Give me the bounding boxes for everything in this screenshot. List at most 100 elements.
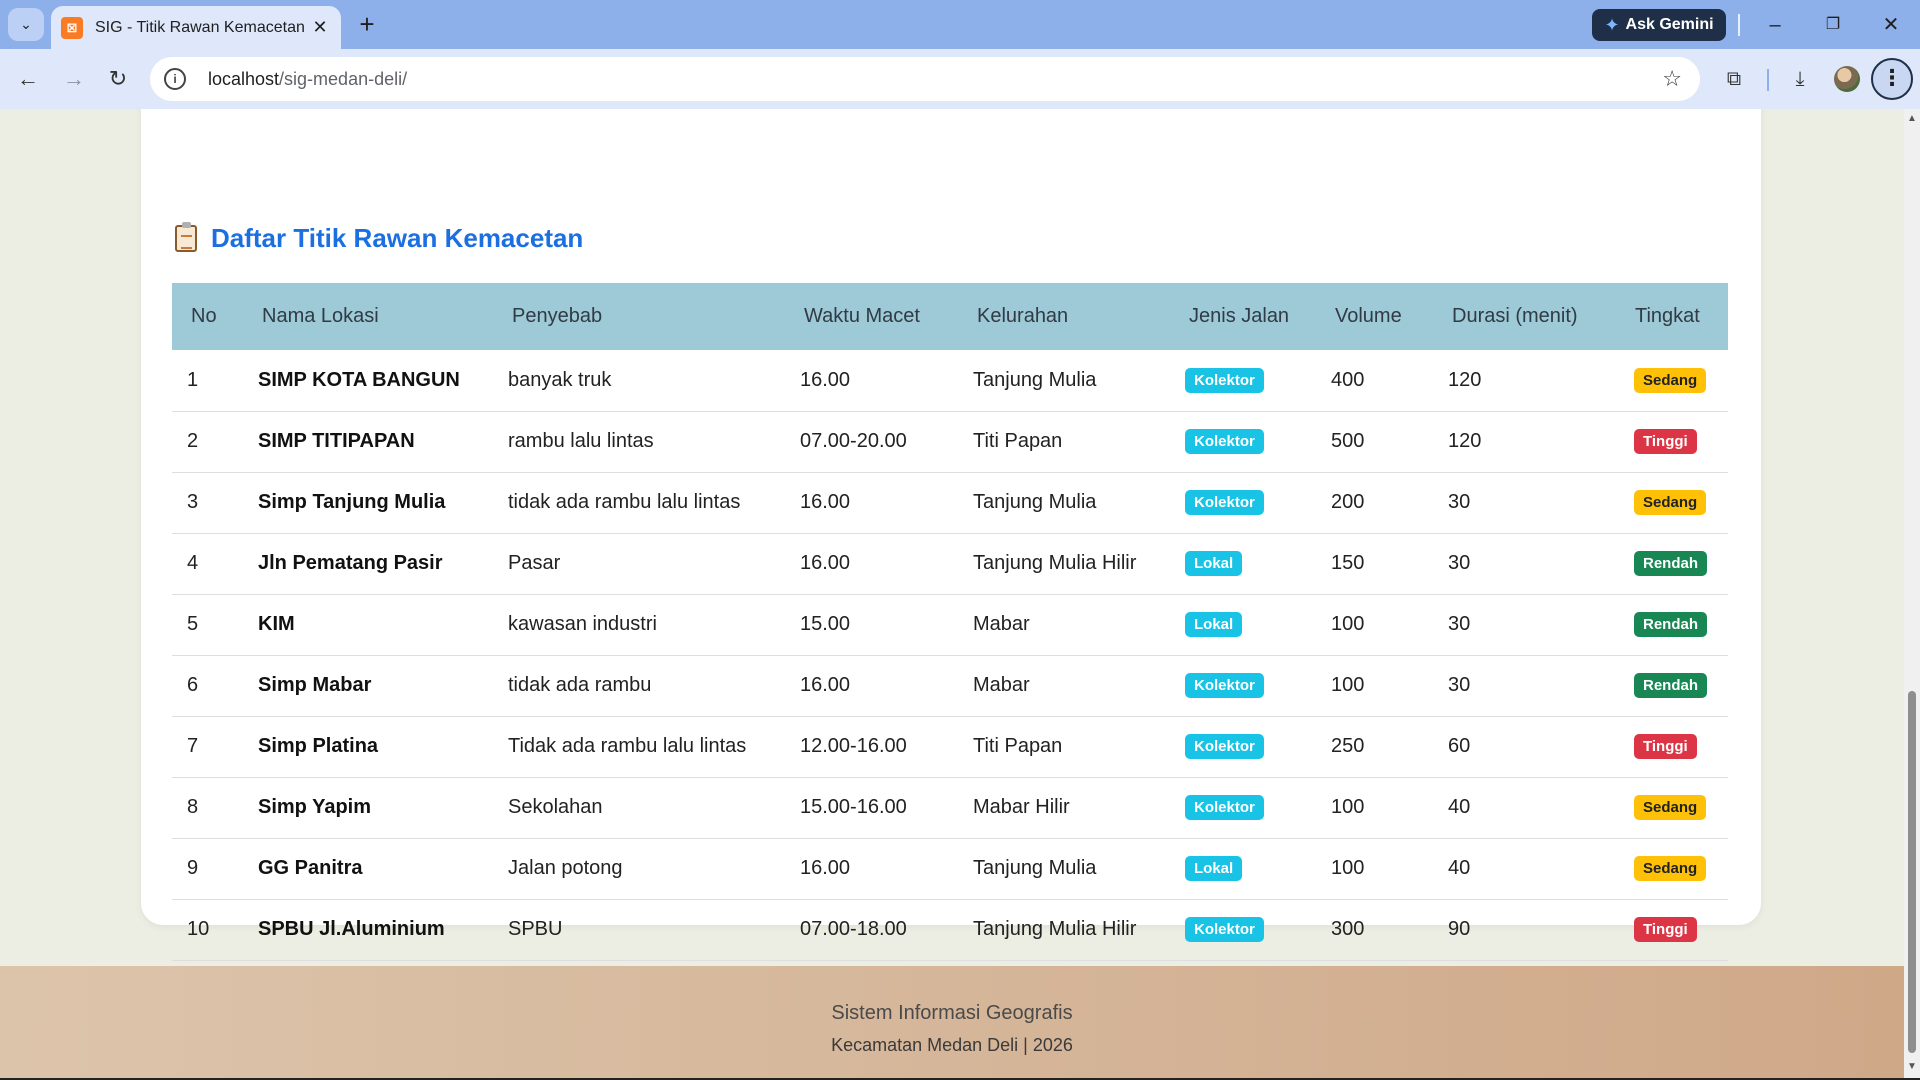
restore-window-button[interactable]: ❐: [1810, 8, 1856, 42]
cell-volume: 100: [1316, 838, 1433, 900]
scroll-up-arrow-icon[interactable]: ▲: [1907, 113, 1917, 124]
level-badge: Sedang: [1634, 490, 1707, 515]
address-bar[interactable]: i localhost/sig-medan-deli/ ☆: [150, 57, 1700, 101]
table-row: 5 KIM kawasan industri 15.00 Mabar Lokal…: [172, 594, 1728, 656]
cell-penyebab: Tidak ada rambu lalu lintas: [493, 716, 785, 778]
scrollbar-thumb[interactable]: [1908, 691, 1916, 1053]
cell-durasi: 40: [1433, 838, 1616, 900]
table-row: 1 SIMP KOTA BANGUN banyak truk 16.00 Tan…: [172, 350, 1728, 412]
road-type-badge: Kolektor: [1185, 795, 1264, 820]
site-info-icon[interactable]: i: [164, 68, 186, 90]
road-type-badge: Lokal: [1185, 612, 1243, 637]
tab-close-icon[interactable]: ✕: [309, 17, 331, 38]
cell-penyebab: Sekolahan: [493, 777, 785, 839]
page-scrollbar[interactable]: ▲ ▼: [1904, 109, 1920, 1078]
scroll-down-arrow-icon[interactable]: ▼: [1907, 1061, 1917, 1072]
road-type-badge: Kolektor: [1185, 367, 1264, 393]
col-header-durasi: Durasi (menit): [1433, 283, 1616, 350]
back-button[interactable]: ←: [10, 61, 46, 97]
level-badge: Sedang: [1634, 856, 1707, 881]
bookmark-star-icon[interactable]: ☆: [1662, 66, 1682, 92]
back-arrow-icon: ←: [17, 66, 39, 91]
cell-durasi: 120: [1433, 350, 1616, 412]
forward-arrow-icon: →: [63, 66, 85, 91]
cell-nama: SIMP TITIPAPAN: [243, 411, 493, 473]
cell-durasi: 30: [1433, 594, 1616, 656]
level-badge: Rendah: [1634, 612, 1708, 637]
cell-volume: 250: [1316, 716, 1433, 778]
url-text: localhost/sig-medan-deli/: [208, 69, 407, 90]
cell-nama: SIMP KOTA BANGUN: [243, 350, 493, 412]
cell-volume: 200: [1316, 472, 1433, 534]
tab-search-button[interactable]: ⌄: [8, 8, 44, 41]
level-badge: Sedang: [1634, 367, 1707, 393]
minimize-window-button[interactable]: –: [1752, 8, 1798, 42]
ask-gemini-button[interactable]: ✦ Ask Gemini: [1592, 9, 1726, 41]
browser-menu-button[interactable]: ⋮: [1871, 58, 1913, 100]
road-type-badge: Lokal: [1185, 856, 1243, 881]
cell-durasi: 30: [1433, 655, 1616, 717]
cell-tingkat: Rendah: [1616, 594, 1728, 656]
col-header-jenis: Jenis Jalan: [1170, 283, 1316, 350]
cell-tingkat: Rendah: [1616, 655, 1728, 717]
cell-no: 2: [172, 411, 243, 473]
cell-penyebab: SPBU: [493, 899, 785, 961]
forward-button[interactable]: →: [56, 61, 92, 97]
gemini-sparkle-icon: ✦: [1604, 14, 1620, 35]
cell-jenis: Lokal: [1170, 533, 1316, 595]
cell-volume: 100: [1316, 655, 1433, 717]
cell-no: 1: [172, 350, 243, 412]
new-tab-button[interactable]: +: [350, 8, 384, 42]
cell-durasi: 60: [1433, 716, 1616, 778]
extensions-icon[interactable]: ⧉: [1716, 61, 1752, 97]
cell-nama: GG Panitra: [243, 838, 493, 900]
cell-penyebab: Pasar: [493, 533, 785, 595]
cell-tingkat: Tinggi: [1616, 411, 1728, 473]
cell-penyebab: banyak truk: [493, 350, 785, 412]
cell-jenis: Kolektor: [1170, 716, 1316, 778]
cell-kelurahan: Tanjung Mulia Hilir: [958, 533, 1170, 595]
reload-icon: ↻: [108, 66, 128, 91]
cell-nama: Simp Tanjung Mulia: [243, 472, 493, 534]
cell-waktu: 15.00-16.00: [785, 777, 958, 839]
cell-no: 9: [172, 838, 243, 900]
table-row: 2 SIMP TITIPAPAN rambu lalu lintas 07.00…: [172, 411, 1728, 473]
cell-waktu: 15.00: [785, 594, 958, 656]
cell-volume: 100: [1316, 594, 1433, 656]
content-card: Daftar Titik Rawan Kemacetan No Nama Lok…: [141, 109, 1761, 961]
cell-waktu: 16.00: [785, 655, 958, 717]
cell-nama: Simp Yapim: [243, 777, 493, 839]
col-header-no: No: [172, 283, 243, 350]
downloads-icon[interactable]: ⤓: [1782, 61, 1818, 97]
url-path: /sig-medan-deli/: [279, 68, 408, 89]
browser-tab-active[interactable]: ⊠ SIG - Titik Rawan Kemacetan Ke ✕: [51, 6, 341, 49]
reload-button[interactable]: ↻: [100, 61, 136, 97]
cell-jenis: Kolektor: [1170, 411, 1316, 473]
cell-durasi: 30: [1433, 533, 1616, 595]
cell-no: 5: [172, 594, 243, 656]
cell-waktu: 16.00: [785, 472, 958, 534]
cell-waktu: 16.00: [785, 838, 958, 900]
close-window-button[interactable]: ✕: [1868, 8, 1914, 42]
cell-jenis: Kolektor: [1170, 899, 1316, 961]
cell-durasi: 30: [1433, 472, 1616, 534]
browser-toolbar: ← → ↻ i localhost/sig-medan-deli/ ☆ ⧉ ⤓: [0, 49, 1920, 109]
cell-kelurahan: Tanjung Mulia: [958, 838, 1170, 900]
cell-kelurahan: Tanjung Mulia: [958, 472, 1170, 534]
cell-nama: Simp Platina: [243, 716, 493, 778]
road-type-badge: Kolektor: [1185, 429, 1264, 454]
cell-jenis: Kolektor: [1170, 472, 1316, 534]
level-badge: Sedang: [1634, 795, 1707, 820]
road-type-badge: Kolektor: [1185, 673, 1264, 698]
cell-nama: Jln Pematang Pasir: [243, 533, 493, 595]
table-row: 8 Simp Yapim Sekolahan 15.00-16.00 Mabar…: [172, 777, 1728, 839]
profile-avatar[interactable]: [1834, 66, 1860, 92]
table-row: 7 Simp Platina Tidak ada rambu lalu lint…: [172, 716, 1728, 778]
cell-no: 6: [172, 655, 243, 717]
clipboard-icon: [175, 222, 197, 252]
cell-jenis: Kolektor: [1170, 350, 1316, 412]
col-header-penyebab: Penyebab: [493, 283, 785, 350]
cell-kelurahan: Tanjung Mulia: [958, 350, 1170, 412]
cell-volume: 150: [1316, 533, 1433, 595]
cell-kelurahan: Mabar Hilir: [958, 777, 1170, 839]
